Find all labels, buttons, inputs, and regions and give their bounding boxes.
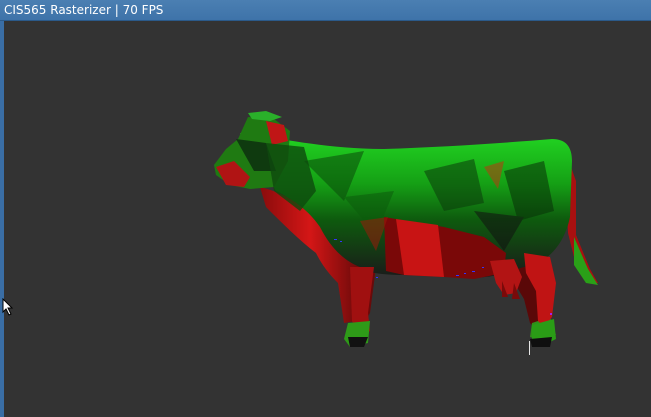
rasterizer-window: CIS565 Rasterizer | 70 FPS xyxy=(0,0,651,417)
mouse-pointer-icon xyxy=(2,298,14,316)
window-titlebar[interactable]: CIS565 Rasterizer | 70 FPS xyxy=(0,0,651,21)
render-viewport[interactable] xyxy=(4,21,651,417)
window-title: CIS565 Rasterizer | 70 FPS xyxy=(4,3,164,17)
cow-render xyxy=(214,111,598,347)
cow-flank xyxy=(396,219,444,277)
text-cursor-icon xyxy=(529,341,530,355)
